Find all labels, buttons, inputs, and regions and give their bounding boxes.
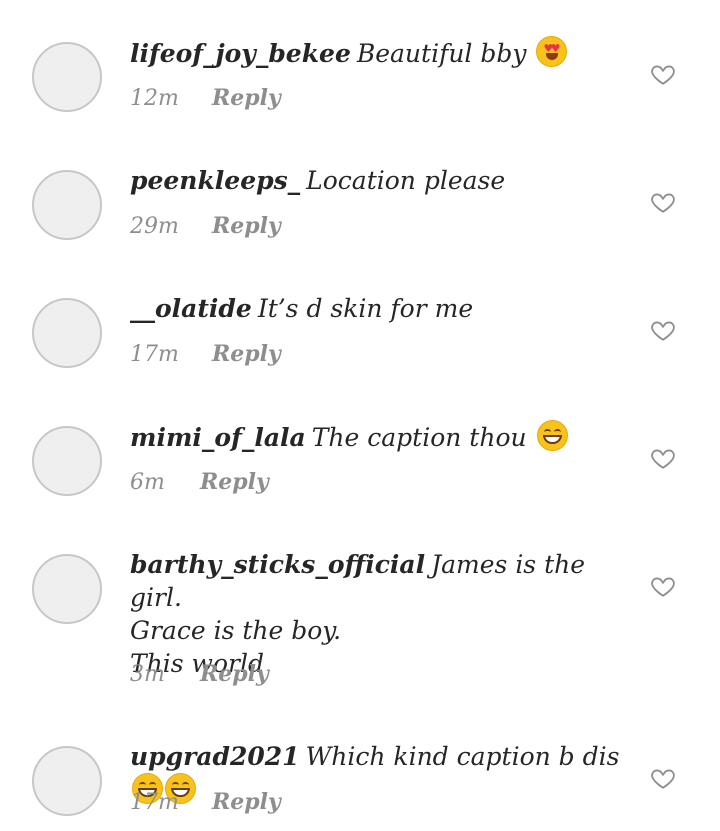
comment-timestamp: 17m — [130, 342, 179, 367]
avatar[interactable] — [32, 298, 102, 368]
avatar[interactable] — [32, 42, 102, 112]
comment-text: lifeof_joy_bekee Beautiful bby — [130, 36, 630, 70]
avatar[interactable] — [32, 554, 102, 624]
comment-meta: 17m Reply — [130, 789, 281, 815]
heart-eyes-emoji-icon — [536, 36, 568, 67]
comment-meta: 17m Reply — [130, 341, 281, 367]
avatar[interactable] — [32, 170, 102, 240]
comment-timestamp: 12m — [130, 86, 179, 111]
comment-body: Location please — [306, 166, 506, 195]
grin-emoji-icon — [536, 420, 568, 451]
comment-timestamp: 6m — [130, 470, 165, 495]
comment-timestamp: 17m — [130, 790, 179, 815]
like-heart-icon[interactable] — [650, 189, 676, 215]
reply-button[interactable]: Reply — [212, 213, 281, 239]
comment-meta: 3m Reply — [130, 661, 269, 687]
reply-button[interactable]: Reply — [212, 341, 281, 367]
comment-body: Beautiful bby — [356, 39, 527, 68]
like-heart-icon[interactable] — [650, 765, 676, 791]
reply-button[interactable]: Reply — [200, 469, 269, 495]
avatar[interactable] — [32, 426, 102, 496]
comment-username[interactable]: mimi_of_lala — [130, 423, 306, 452]
comment-text: peenkleeps_ Location please — [130, 164, 630, 197]
comment-username[interactable]: barthy_sticks_official — [130, 550, 425, 579]
avatar[interactable] — [32, 746, 102, 816]
reply-button[interactable]: Reply — [212, 789, 281, 815]
comment-username[interactable]: peenkleeps_ — [130, 166, 300, 195]
like-heart-icon[interactable] — [650, 61, 676, 87]
reply-button[interactable]: Reply — [212, 85, 281, 111]
comment-body: It’s d skin for me — [257, 294, 474, 323]
comment-meta: 6m Reply — [130, 469, 269, 495]
comment-body: Which kind caption b dis — [305, 742, 620, 771]
like-heart-icon[interactable] — [650, 445, 676, 471]
like-heart-icon[interactable] — [650, 573, 676, 599]
comment-body: The caption thou — [311, 423, 527, 452]
comment-username[interactable]: __olatide — [130, 294, 252, 323]
reply-button[interactable]: Reply — [200, 661, 269, 687]
comment-timestamp: 29m — [130, 214, 179, 239]
comment-username[interactable]: lifeof_joy_bekee — [130, 39, 351, 68]
comment-text: mimi_of_lala The caption thou — [130, 420, 630, 454]
comment-username[interactable]: upgrad2021 — [130, 742, 300, 771]
comment-text: __olatide It’s d skin for me — [130, 292, 630, 325]
comment-meta: 12m Reply — [130, 85, 281, 111]
comment-timestamp: 3m — [130, 662, 165, 687]
comment-meta: 29m Reply — [130, 213, 281, 239]
like-heart-icon[interactable] — [650, 317, 676, 343]
